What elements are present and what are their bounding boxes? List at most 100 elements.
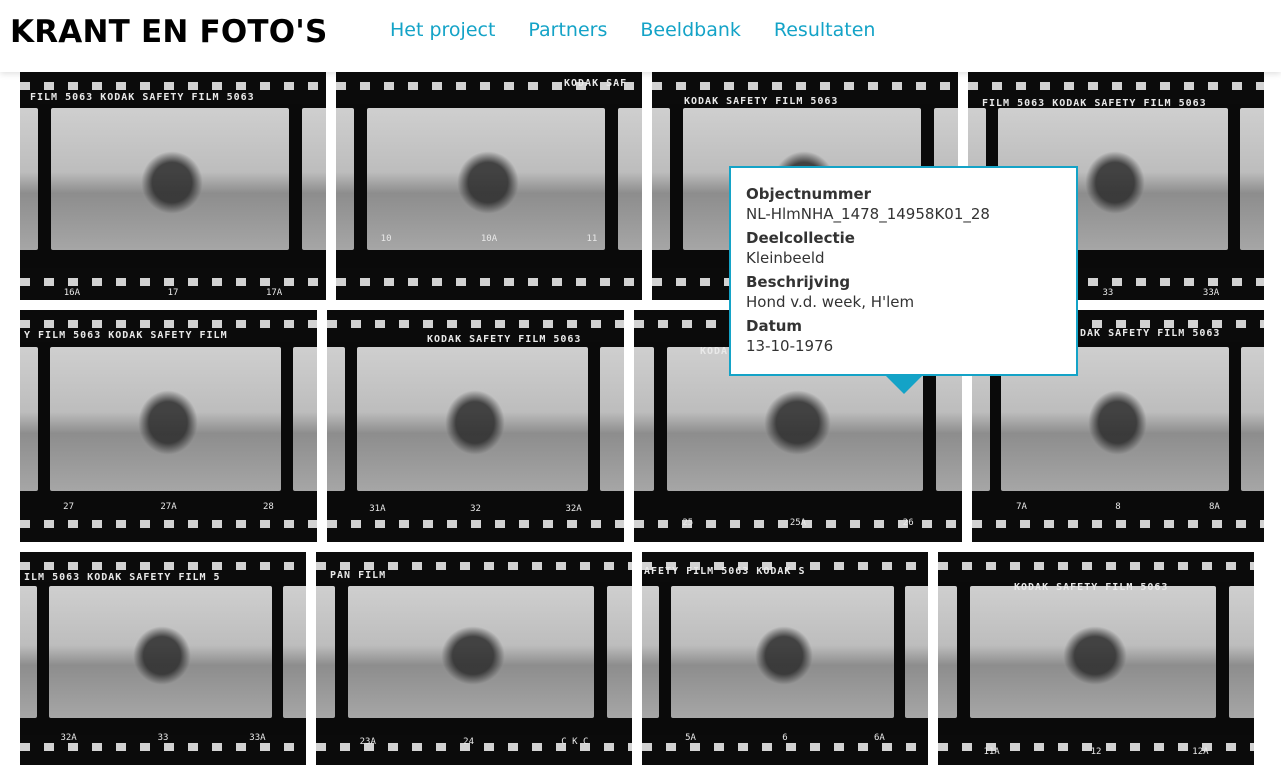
film-perforations (652, 82, 958, 90)
film-frame (600, 347, 624, 491)
film-frame (336, 108, 355, 250)
frame-number: 26 (902, 518, 914, 528)
frame-number: 16A (63, 288, 81, 298)
frame-number: 5A (685, 733, 696, 743)
frame-number: 33A (249, 733, 266, 743)
film-frame (327, 347, 345, 491)
beschrijving-label: Beschrijving (746, 273, 851, 291)
objectnummer-label: Objectnummer (746, 185, 872, 203)
film-frame (356, 347, 589, 491)
frame-number: 33A (1202, 288, 1220, 298)
tooltip-pointer (886, 376, 922, 394)
frame-numbers: 32A 33 33A (20, 733, 306, 743)
film-frame (1228, 586, 1254, 719)
film-frame (969, 586, 1217, 719)
frame-numbers: 27 27A 28 (20, 502, 317, 512)
frame-number: 11 (586, 234, 598, 244)
film-perforations (642, 743, 928, 751)
film-edge-text: KODAK SAFETY FILM 5063 (684, 96, 839, 107)
frame-number: 17A (265, 288, 283, 298)
frame-number: 10A (480, 234, 498, 244)
film-perforations (316, 562, 632, 570)
photo-thumbnail[interactable]: ILM 5063 KODAK SAFETY FILM 5 32A 33 33A (20, 552, 306, 765)
frame-number: 6 (782, 733, 788, 743)
frame-number: 24 (463, 737, 474, 747)
film-perforations (968, 82, 1264, 90)
photo-thumbnail[interactable]: KODAK SAFETY FILM 5063 11A 12 12A (938, 552, 1254, 765)
frame-numbers: 31A 32 32A (327, 504, 624, 514)
nav-item-partners[interactable]: Partners (528, 16, 607, 44)
film-frame (20, 347, 38, 491)
film-frame (617, 108, 642, 250)
frame-number: 32 (470, 504, 481, 514)
frame-number: 10 (380, 234, 392, 244)
frame-number: 6A (874, 733, 885, 743)
datum-value: 13-10-1976 (746, 337, 834, 355)
film-edge-text: KODA (700, 346, 729, 357)
frame-number: 11A (983, 747, 1000, 757)
film-edge-text: KODAK SAF (564, 78, 628, 89)
frame-number: 8A (1209, 502, 1220, 512)
film-perforations (972, 520, 1264, 528)
film-frame (48, 586, 272, 719)
film-edge-text: FILM 5063 KODAK SAFETY FILM 5063 (982, 98, 1207, 109)
deelcollectie-value: Kleinbeeld (746, 249, 825, 267)
frame-number: 33 (1102, 288, 1114, 298)
frame-number: 25 (682, 518, 694, 528)
film-perforations (20, 520, 317, 528)
film-frame (49, 347, 282, 491)
photo-thumbnail[interactable]: Y FILM 5063 KODAK SAFETY FILM 27 27A 28 (20, 310, 317, 542)
frame-number: 31A (369, 504, 386, 514)
photo-thumbnail[interactable]: KODAK SAF 10 10A 11 (336, 72, 642, 300)
film-frame (634, 347, 654, 491)
frame-number: 7A (1016, 502, 1027, 512)
frame-number: 12A (1192, 747, 1209, 757)
frame-number: 27A (160, 502, 177, 512)
photo-thumbnail[interactable]: AFETY FILM 5063 KODAK S 5A 6 6A (642, 552, 928, 765)
film-perforations (327, 520, 624, 528)
film-frame (642, 586, 660, 719)
film-frame (652, 108, 671, 250)
film-frame (606, 586, 632, 719)
film-perforations (20, 562, 306, 570)
frame-number: 12 (1090, 747, 1102, 757)
photo-thumbnail[interactable]: KODAK SAFETY FILM 5063 31A 32 32A (327, 310, 624, 542)
photo-info-tooltip: Objectnummer NL-HlmNHA_1478_14958K01_28 … (729, 166, 1078, 376)
film-frame (316, 586, 335, 719)
frame-numbers: 7A 8 8A (972, 502, 1264, 512)
film-frame (301, 108, 326, 250)
frame-number: 32A (565, 504, 582, 514)
site-logo[interactable]: KRANT EN FOTO'S (10, 12, 328, 52)
frame-number: 28 (262, 502, 274, 512)
nav-item-beeldbank[interactable]: Beeldbank (640, 16, 741, 44)
frame-number: 33 (157, 733, 169, 743)
frame-numbers: 10 10A 11 (336, 234, 642, 244)
objectnummer-value: NL-HlmNHA_1478_14958K01_28 (746, 205, 990, 223)
film-perforations (20, 320, 317, 328)
film-edge-text: FILM 5063 KODAK SAFETY FILM 5063 (30, 92, 255, 103)
frame-numbers: 25 25A 26 (634, 518, 962, 528)
datum-label: Datum (746, 317, 803, 335)
frame-number: 32A (60, 733, 77, 743)
film-perforations (20, 278, 326, 286)
nav-item-resultaten[interactable]: Resultaten (774, 16, 876, 44)
frame-number: C K C (561, 737, 589, 747)
film-perforations (20, 743, 306, 751)
film-frame (293, 347, 317, 491)
frame-number: 23A (359, 737, 376, 747)
film-frame (1240, 108, 1264, 250)
photo-thumbnail[interactable]: PAN FILM 23A 24 C K C (316, 552, 632, 765)
frame-numbers: 16A 17 17A (20, 288, 326, 298)
film-edge-text: ILM 5063 KODAK SAFETY FILM 5 (24, 572, 221, 583)
frame-numbers: 11A 12 12A (938, 747, 1254, 757)
photo-thumbnail[interactable]: FILM 5063 KODAK SAFETY FILM 5063 16A 17 … (20, 72, 326, 300)
film-frame (670, 586, 894, 719)
film-frame (905, 586, 928, 719)
frame-number: 25A (789, 518, 807, 528)
nav-item-het-project[interactable]: Het project (390, 16, 495, 44)
film-perforations (327, 320, 624, 328)
site-header: KRANT EN FOTO'S Het project Partners Bee… (0, 0, 1281, 72)
frame-number: 17 (167, 288, 179, 298)
deelcollectie-label: Deelcollectie (746, 229, 855, 247)
frame-numbers: 5A 6 6A (642, 733, 928, 743)
